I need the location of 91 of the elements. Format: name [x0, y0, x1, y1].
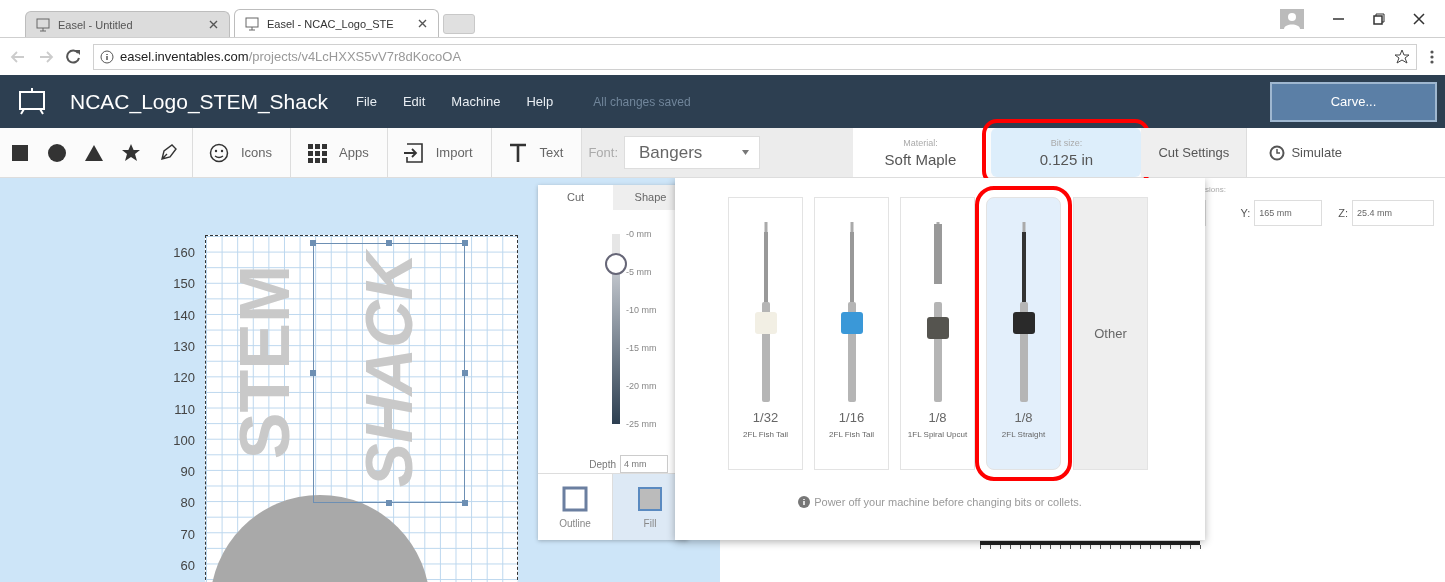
clock-icon [1269, 144, 1286, 161]
url-text: easel.inventables.com/projects/v4LcHXXS5vV7r8dKocoOA [120, 49, 462, 64]
bit-name: 1FL Spiral Upcut [907, 429, 968, 441]
axis-label: 140 [173, 307, 195, 323]
close-icon[interactable] [208, 19, 219, 30]
address-field[interactable]: easel.inventables.com/projects/v4LcHXXS5vV7r8dKocoOA [93, 43, 1417, 70]
save-status: All changes saved [593, 94, 691, 109]
grid-icon [307, 142, 328, 163]
depth-field[interactable]: 4 mm [620, 455, 668, 474]
toolbar-button[interactable]: Import [387, 128, 492, 177]
page-icon [36, 17, 50, 32]
bit-option[interactable]: 1/16 2FL Fish Tail [814, 197, 889, 470]
axis-label: 70 [180, 526, 195, 542]
menu-item[interactable]: File [355, 94, 377, 109]
bit-size-label: 1/8 [1014, 410, 1033, 425]
star-icon[interactable] [1394, 48, 1410, 65]
resize-handle[interactable] [462, 500, 468, 506]
font-label: Font: [588, 145, 619, 160]
scale-label: -0 mm [626, 228, 652, 239]
cut-style-button[interactable]: Outline [538, 474, 613, 540]
menu-item[interactable]: Help [526, 94, 554, 109]
font-dropdown[interactable]: Bangers [624, 136, 761, 169]
coordinate-label: Y: [1240, 207, 1251, 219]
close-icon[interactable] [1413, 12, 1425, 25]
project-title: NCAC_Logo_STEM_Shack [70, 89, 328, 114]
cut-settings-button[interactable]: Cut Settings [1141, 128, 1247, 177]
resize-handle[interactable] [310, 370, 316, 376]
axis-label: 60 [180, 557, 195, 573]
scale-label: -10 mm [626, 304, 657, 315]
selection-frame[interactable] [313, 243, 465, 503]
caret-icon [742, 150, 750, 155]
coordinate-field[interactable]: 25.4 mm [1352, 200, 1434, 226]
easel-logo-icon[interactable] [18, 88, 46, 115]
bit-size-label: 1/16 [838, 410, 865, 425]
resize-handle[interactable] [386, 240, 392, 246]
outline-icon [562, 485, 588, 512]
circle-tool-icon[interactable] [47, 142, 67, 163]
fill-icon [637, 485, 663, 512]
axis-label: 160 [173, 244, 195, 260]
import-icon [403, 142, 424, 163]
warning-text: Power off your machine before changing bits or collets. [814, 496, 1082, 508]
depth-label: Depth [589, 458, 616, 470]
resize-handle[interactable] [462, 370, 468, 376]
scale-label: -25 mm [626, 418, 657, 429]
menu-item[interactable]: Machine [451, 94, 501, 109]
bit-name: 2FL Fish Tail [742, 429, 789, 441]
pen-tool-icon[interactable] [158, 142, 178, 163]
other-bit-button[interactable]: Other [1073, 197, 1148, 470]
text-icon [507, 142, 528, 163]
bit-name: 2FL Fish Tail [828, 429, 875, 441]
simulate-button[interactable]: Simulate [1246, 128, 1445, 177]
bit-option[interactable]: 1/8 1FL Spiral Upcut [900, 197, 975, 470]
bit-size-label: 1/8 [928, 410, 947, 425]
star-tool-icon[interactable] [121, 142, 141, 163]
coordinate-field[interactable]: 165 mm [1254, 200, 1323, 226]
info-icon[interactable] [100, 49, 114, 64]
info-icon [798, 496, 811, 508]
axis-label: 100 [173, 432, 195, 448]
axis-label: 120 [173, 369, 195, 385]
axis-label: 110 [174, 401, 195, 416]
bit-size-label: 1/32 [752, 410, 779, 425]
menu-icon[interactable] [1429, 48, 1435, 65]
bit-name: 2FL Straight [1000, 429, 1047, 441]
square-tool-icon[interactable] [10, 142, 30, 163]
page-icon [245, 16, 259, 31]
panel-tab[interactable]: Cut [538, 185, 613, 210]
browser-tab[interactable]: Easel - NCAC_Logo_STE [234, 9, 439, 37]
close-icon[interactable] [417, 18, 428, 29]
scale-label: -5 mm [626, 266, 652, 277]
axis-label: 130 [173, 338, 195, 354]
browser-tab[interactable]: Easel - Untitled [25, 11, 230, 37]
resize-handle[interactable] [462, 240, 468, 246]
smiley-icon [209, 142, 229, 163]
toolbar-button[interactable]: Apps [291, 128, 388, 177]
resize-handle[interactable] [310, 240, 316, 246]
restore-icon[interactable] [1373, 12, 1385, 25]
slider-thumb[interactable] [605, 253, 627, 276]
scale-label: -20 mm [626, 380, 657, 391]
axis-label: 150 [173, 275, 195, 291]
axis-label: 90 [180, 463, 195, 479]
resize-handle[interactable] [386, 500, 392, 506]
scale-label: -15 mm [626, 342, 657, 353]
coordinate-label: Z: [1338, 207, 1348, 219]
material-button[interactable]: Material: Soft Maple [853, 128, 988, 177]
section-heading: sions: [1204, 185, 1227, 196]
toolbar-button[interactable]: Icons [193, 128, 292, 177]
axis-label: 80 [180, 494, 195, 510]
reload-icon[interactable] [66, 49, 81, 64]
bit-option[interactable]: 1/32 2FL Fish Tail [728, 197, 803, 470]
carve-button[interactable]: Carve... [1270, 81, 1437, 122]
menu-item[interactable]: Edit [402, 94, 426, 109]
